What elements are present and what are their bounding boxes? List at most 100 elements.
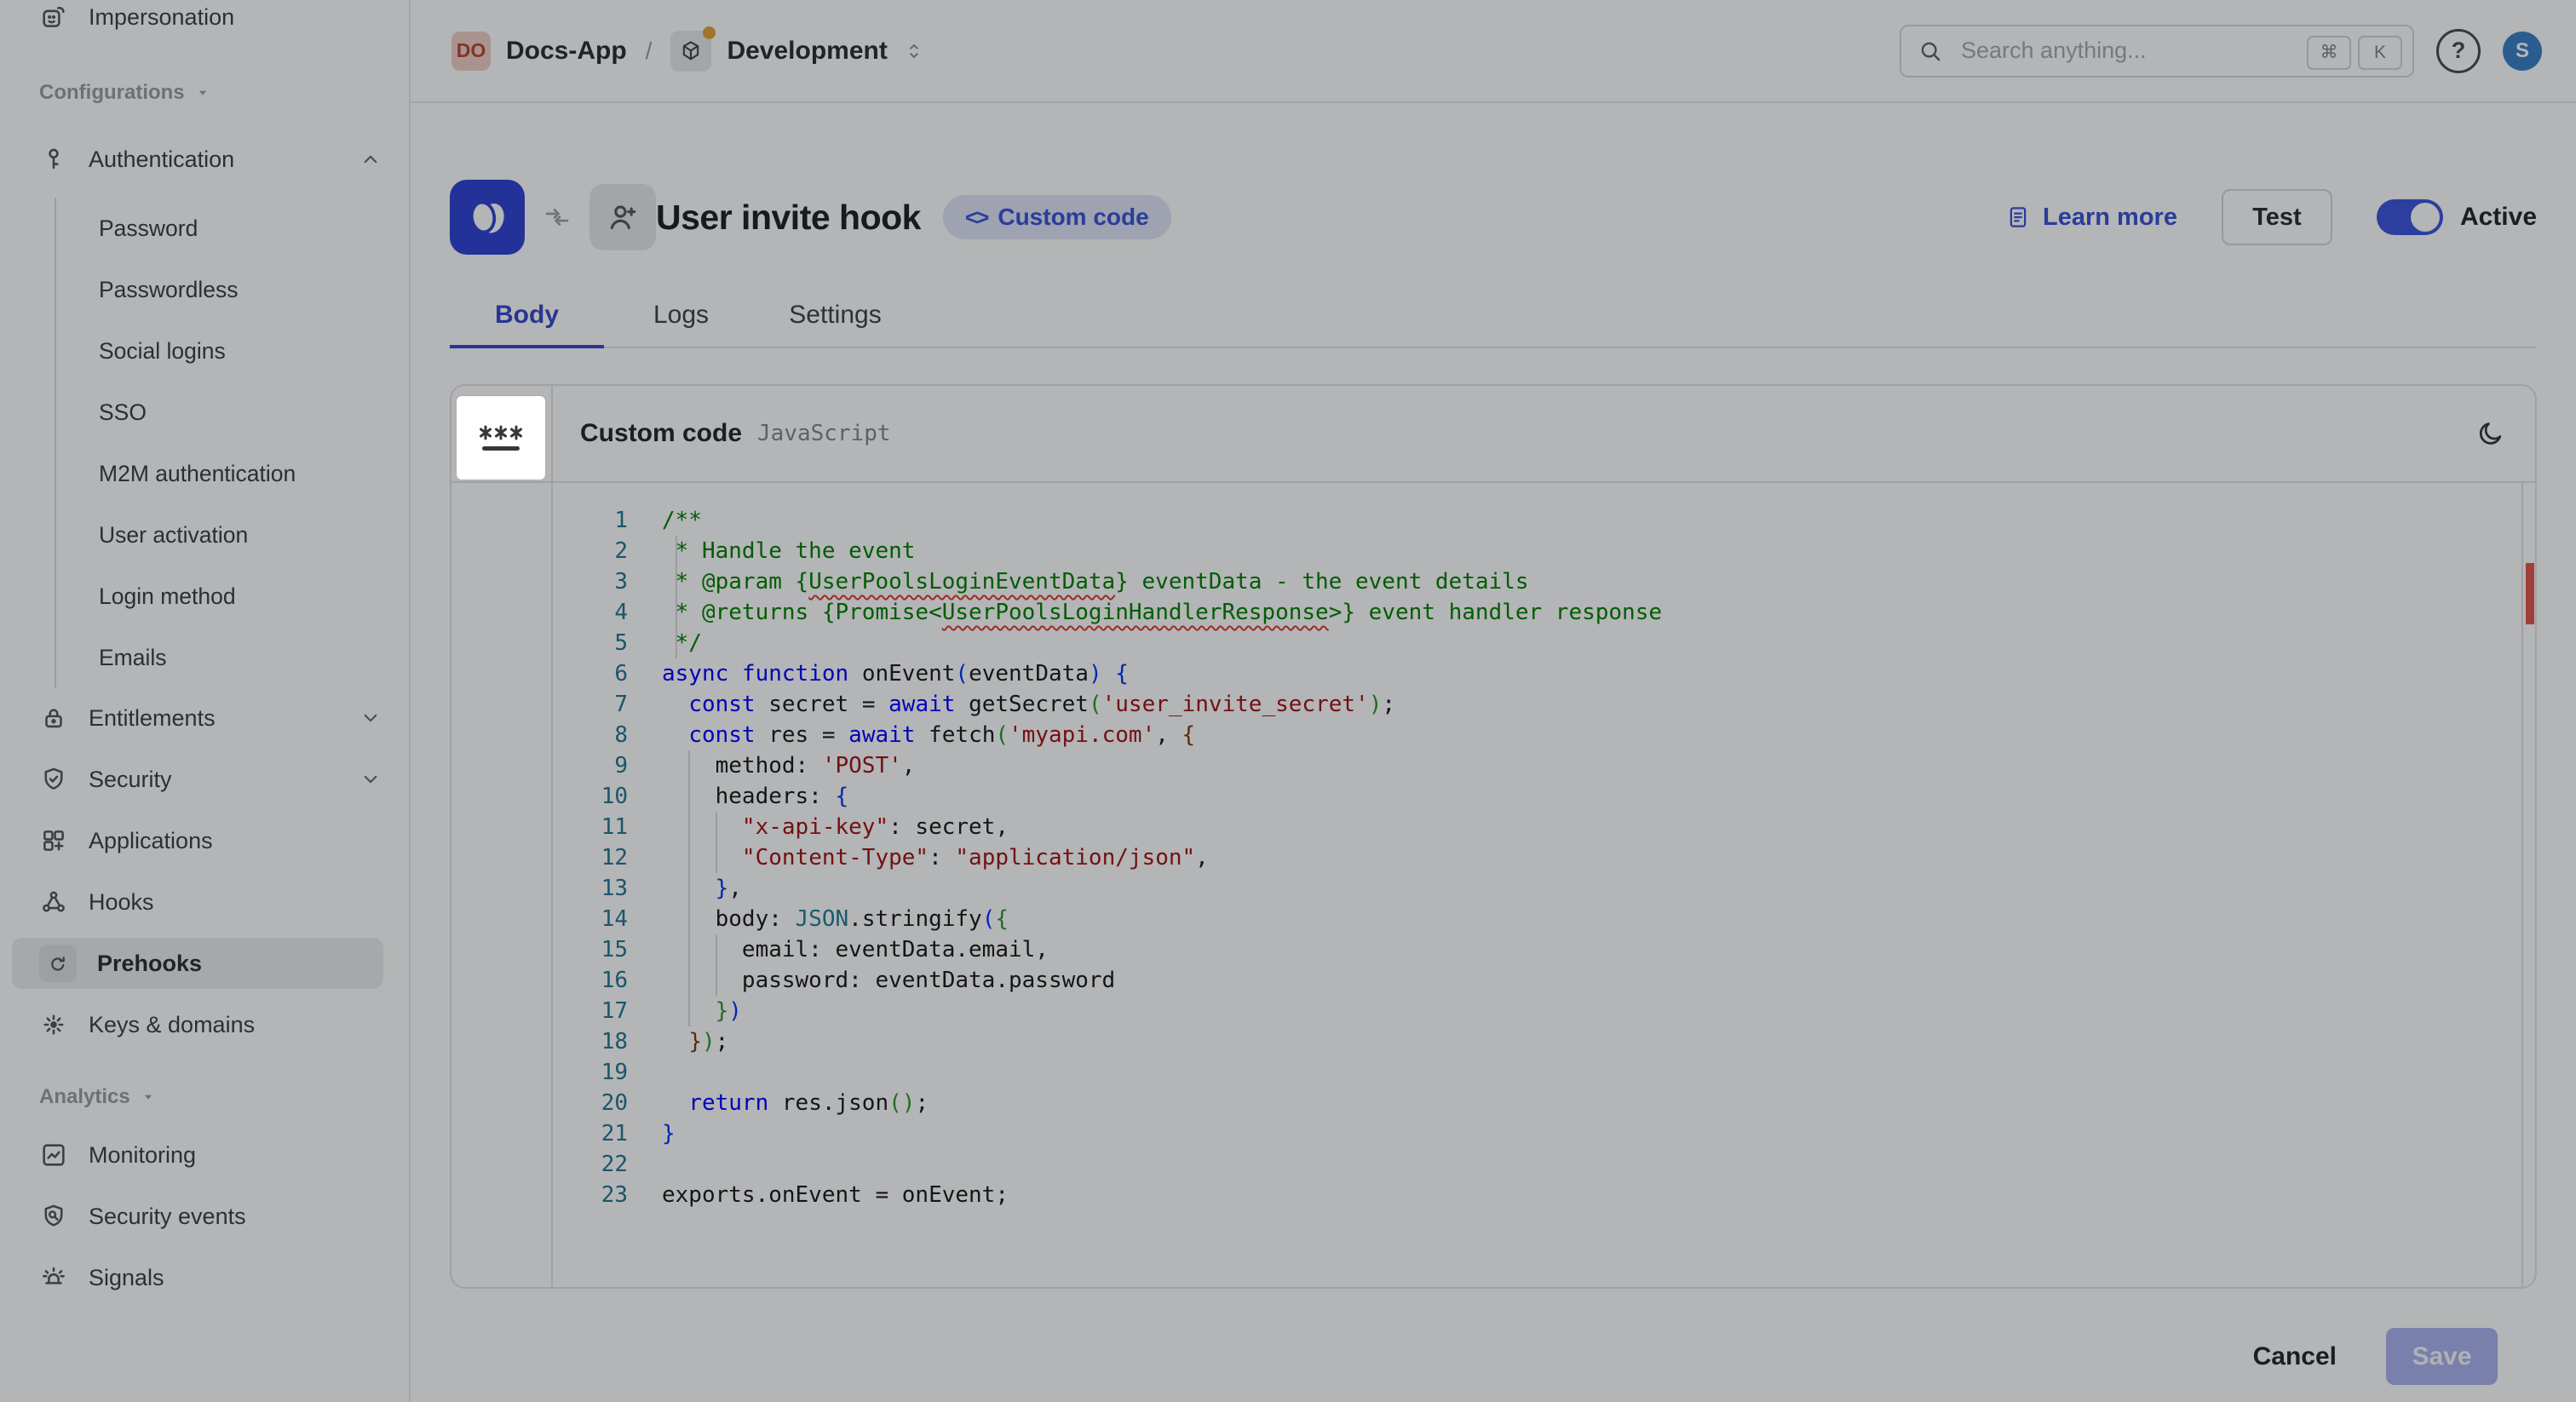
- code-brackets-icon: <>: [965, 204, 987, 231]
- sidebar-subitem[interactable]: Login method: [99, 566, 409, 627]
- dark-mode-toggle-icon[interactable]: [2475, 418, 2506, 449]
- person-add-icon: [605, 199, 641, 235]
- code-line: 17 }): [553, 996, 2535, 1026]
- line-number: 11: [553, 812, 628, 842]
- code-text: * @param {UserPoolsLoginEventData} event…: [662, 566, 1528, 597]
- sidebar-item-impersonation[interactable]: Impersonation: [0, 0, 409, 43]
- environment-status-dot: [703, 26, 716, 39]
- cmd-key-badge: ⌘: [2307, 36, 2351, 70]
- sidebar-subitem[interactable]: Passwordless: [99, 259, 409, 320]
- env-switcher-icon[interactable]: [903, 40, 925, 62]
- topbar-right: ⌘ K ? S: [1900, 25, 2542, 78]
- active-label: Active: [2460, 203, 2537, 232]
- chart-line-icon: [39, 1141, 68, 1169]
- shield-search-icon: [39, 1202, 68, 1231]
- code-editor[interactable]: 1/**2 * Handle the event3 * @param {User…: [553, 483, 2535, 1287]
- code-line: 10 headers: {: [553, 781, 2535, 812]
- sidebar-section-analytics[interactable]: Analytics: [39, 1085, 409, 1109]
- main-area: DO Docs-App / Development ⌘ K ? S: [411, 0, 2576, 1402]
- sidebar-item-label: Impersonation: [89, 4, 383, 31]
- breadcrumb-app-name[interactable]: Docs-App: [506, 37, 627, 66]
- sidebar-item-label: Security: [89, 767, 337, 793]
- error-marker: [2526, 563, 2534, 624]
- breadcrumb: DO Docs-App / Development: [451, 31, 925, 72]
- siren-icon: [39, 1263, 68, 1292]
- chevron-up-icon: [358, 147, 383, 172]
- code-line: 21}: [553, 1118, 2535, 1149]
- sidebar-item-signals[interactable]: Signals: [0, 1252, 409, 1303]
- loop-arrow-icon: [45, 951, 71, 976]
- cancel-button[interactable]: Cancel: [2253, 1342, 2337, 1371]
- sidebar-subitem[interactable]: M2M authentication: [99, 443, 409, 504]
- search-icon: [1917, 37, 1944, 65]
- editor-language: JavaScript: [757, 421, 891, 446]
- active-toggle[interactable]: [2377, 199, 2443, 235]
- sidebar-analytics-items: Monitoring Security events Signals: [0, 1129, 409, 1303]
- line-number: 19: [553, 1057, 628, 1088]
- code-text: */: [662, 628, 702, 658]
- code-line: 14 body: JSON.stringify({: [553, 904, 2535, 934]
- code-line: 16 password: eventData.password: [553, 965, 2535, 996]
- caret-down-icon: [193, 83, 212, 102]
- sidebar-subitem[interactable]: User activation: [99, 504, 409, 566]
- app-badge: DO: [451, 32, 491, 71]
- code-text: },: [662, 873, 742, 904]
- cube-icon: [679, 39, 703, 63]
- sidebar-subitem[interactable]: Social logins: [99, 320, 409, 382]
- sidebar-item-label: Hooks: [89, 889, 383, 916]
- environment-icon: [670, 31, 711, 72]
- code-text: * @returns {Promise<UserPoolsLoginHandle…: [662, 597, 1662, 628]
- sidebar-item-prehooks[interactable]: Prehooks: [12, 938, 383, 989]
- save-button[interactable]: Save: [2386, 1328, 2498, 1385]
- help-button[interactable]: ?: [2436, 29, 2481, 73]
- line-number: 7: [553, 689, 628, 720]
- sidebar-item-label: Applications: [89, 828, 383, 854]
- tab-body[interactable]: Body: [450, 294, 604, 347]
- masks-icon: [39, 3, 68, 32]
- code-text: }: [662, 1118, 676, 1149]
- user-invite-icon: [589, 184, 656, 250]
- sidebar-item-monitoring[interactable]: Monitoring: [0, 1129, 409, 1181]
- sidebar-item-entitlements[interactable]: Entitlements: [0, 692, 409, 744]
- sidebar-item-label: Entitlements: [89, 705, 337, 732]
- breadcrumb-separator: /: [646, 37, 653, 65]
- sidebar-section-configurations[interactable]: Configurations: [39, 81, 409, 105]
- footer-actions: Cancel Save: [450, 1328, 2537, 1385]
- sidebar-subitem[interactable]: SSO: [99, 382, 409, 443]
- line-number: 9: [553, 750, 628, 781]
- avatar[interactable]: S: [2503, 32, 2542, 71]
- lock-icon: [39, 704, 68, 733]
- sidebar-item-label: Authentication: [89, 147, 337, 173]
- test-button[interactable]: Test: [2222, 189, 2332, 245]
- code-line: 20 return res.json();: [553, 1088, 2535, 1118]
- badge-label: Custom code: [998, 204, 1148, 231]
- code-text: [662, 1057, 676, 1088]
- editor-scrollbar[interactable]: [2521, 483, 2523, 1287]
- tab-settings[interactable]: Settings: [758, 294, 912, 347]
- secrets-button[interactable]: [457, 396, 545, 480]
- frontegg-logo-icon: [450, 180, 525, 255]
- sidebar-subitem[interactable]: Emails: [99, 627, 409, 688]
- section-label-text: Analytics: [39, 1085, 130, 1109]
- line-number: 22: [553, 1149, 628, 1180]
- editor-left-strip: [451, 483, 553, 1287]
- sidebar-item-security-events[interactable]: Security events: [0, 1191, 409, 1242]
- sidebar-subitem[interactable]: Password: [99, 198, 409, 259]
- code-text: });: [662, 1026, 728, 1057]
- sidebar-item-applications[interactable]: Applications: [0, 815, 409, 866]
- sidebar-item-security[interactable]: Security: [0, 754, 409, 805]
- line-number: 17: [553, 996, 628, 1026]
- learn-more-label: Learn more: [2043, 204, 2177, 232]
- code-line: 1/**: [553, 505, 2535, 536]
- learn-more-link[interactable]: Learn more: [2005, 204, 2177, 232]
- code-text: * Handle the event: [662, 536, 915, 566]
- code-text: exports.onEvent = onEvent;: [662, 1180, 1009, 1210]
- code-line: 5 */: [553, 628, 2535, 658]
- breadcrumb-env-name[interactable]: Development: [727, 37, 887, 66]
- editor-title: Custom code: [580, 419, 742, 448]
- sidebar-item-keys-domains[interactable]: Keys & domains: [0, 999, 409, 1050]
- tab-logs[interactable]: Logs: [604, 294, 758, 347]
- sidebar-item-authentication[interactable]: Authentication: [0, 134, 409, 185]
- line-number: 6: [553, 658, 628, 689]
- sidebar-item-hooks[interactable]: Hooks: [0, 876, 409, 928]
